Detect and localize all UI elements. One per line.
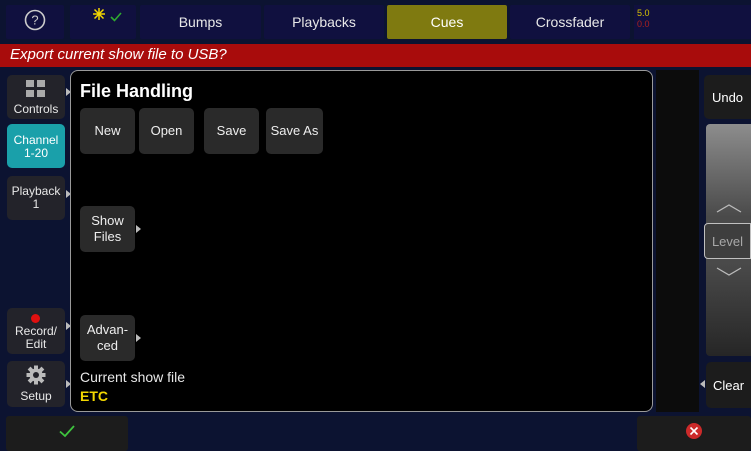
level-bottom-value: 0.0: [637, 19, 650, 29]
question-circle-icon: ?: [24, 9, 46, 36]
cancel-x-icon: [685, 422, 703, 445]
page-title: File Handling: [80, 81, 194, 101]
tab-playbacks[interactable]: Playbacks: [264, 5, 384, 39]
tab-cues[interactable]: Cues: [387, 5, 507, 39]
sun-icon: [92, 7, 106, 26]
tab-crossfader[interactable]: Crossfader: [510, 5, 630, 39]
fader-up-chevron-icon: [716, 200, 742, 218]
show-files-chevron-icon: [136, 225, 141, 233]
playback-button[interactable]: Playback 1: [7, 176, 65, 220]
controls-button[interactable]: Controls: [7, 75, 65, 119]
file-handling-panel: File Handling New Open Save Save As Show…: [70, 70, 653, 412]
help-button[interactable]: ?: [6, 5, 64, 39]
confirm-button[interactable]: [6, 416, 128, 451]
clear-chevron-icon: [700, 380, 705, 388]
checkmark-icon: [59, 424, 75, 443]
record-dot-icon: [31, 314, 40, 323]
controls-label: Controls: [13, 102, 59, 116]
current-show-file-label: Current show file: [80, 369, 186, 385]
current-show-file-value: ETC: [80, 388, 108, 404]
level-indicator: 5.0 0.0: [634, 5, 751, 39]
record-edit-label: Record/ Edit: [14, 324, 58, 351]
fader-down-chevron-icon: [716, 264, 742, 282]
show-files-button[interactable]: Show Files: [80, 206, 135, 252]
svg-text:?: ?: [31, 12, 38, 27]
open-button[interactable]: Open: [139, 108, 194, 154]
advanced-button[interactable]: Advan- ced: [80, 315, 135, 361]
export-banner: Export current show file to USB?: [0, 44, 751, 67]
grid-icon: [26, 80, 46, 101]
new-button[interactable]: New: [80, 108, 135, 154]
save-button[interactable]: Save: [204, 108, 259, 154]
clear-button[interactable]: Clear: [706, 362, 751, 408]
gear-icon: [26, 365, 46, 388]
tab-bumps[interactable]: Bumps: [140, 5, 261, 39]
level-top-value: 5.0: [637, 8, 650, 18]
advanced-chevron-icon: [136, 334, 141, 342]
checkmark-icon: [110, 9, 122, 27]
banner-text: Export current show file to USB?: [10, 46, 227, 63]
undo-button[interactable]: Undo: [704, 75, 751, 119]
level-handle[interactable]: Level: [704, 223, 751, 259]
cancel-button[interactable]: [637, 416, 751, 451]
status-icons-button[interactable]: [70, 5, 136, 39]
right-area: [656, 70, 699, 412]
save-as-button[interactable]: Save As: [266, 108, 323, 154]
setup-button[interactable]: Setup: [7, 361, 65, 407]
setup-label: Setup: [20, 389, 52, 403]
record-edit-button[interactable]: Record/ Edit: [7, 308, 65, 354]
channel-button[interactable]: Channel 1-20: [7, 124, 65, 168]
